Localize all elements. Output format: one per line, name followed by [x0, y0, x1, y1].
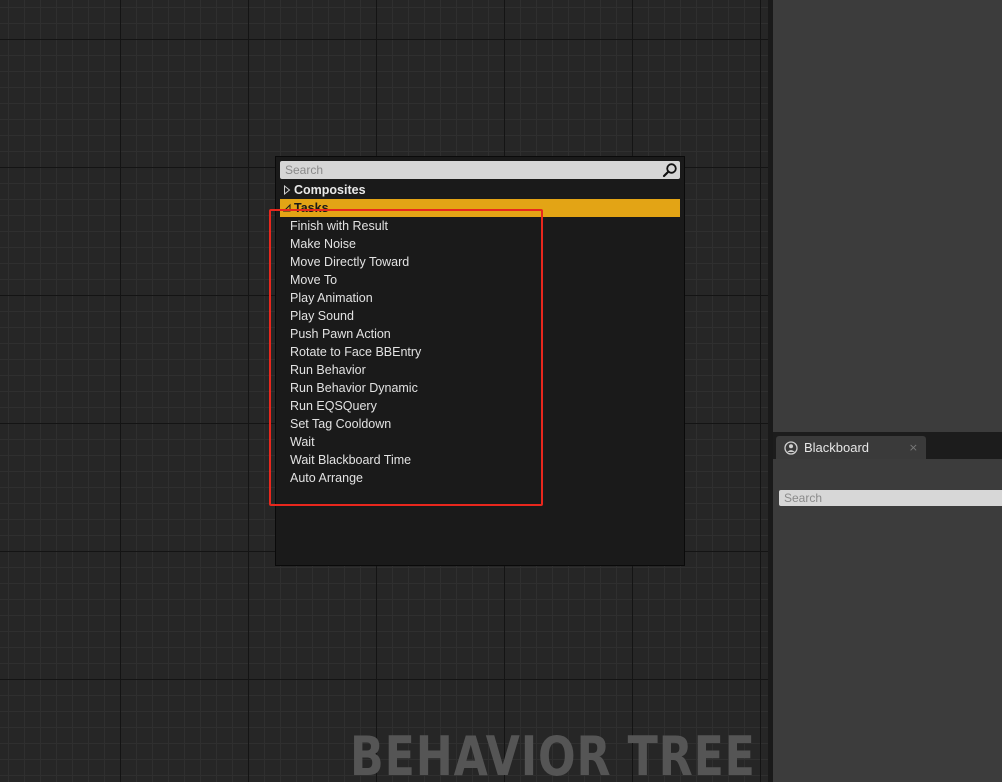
blackboard-search-input[interactable] — [779, 490, 1002, 506]
menu-item-set-tag-cooldown[interactable]: Set Tag Cooldown — [290, 415, 421, 433]
close-icon[interactable]: × — [909, 441, 918, 454]
menu-item-make-noise[interactable]: Make Noise — [290, 235, 421, 253]
tab-blackboard[interactable]: Blackboard × — [776, 436, 926, 459]
collapse-arrow-icon — [283, 203, 291, 213]
menu-item-auto-arrange[interactable]: Auto Arrange — [290, 469, 421, 487]
search-icon[interactable] — [662, 162, 678, 178]
details-side-panel: Blackboard × — [773, 0, 1002, 782]
menu-search-box — [280, 161, 680, 179]
menu-item-run-eqsquery[interactable]: Run EQSQuery — [290, 397, 421, 415]
menu-item-wait-blackboard-time[interactable]: Wait Blackboard Time — [290, 451, 421, 469]
category-composites[interactable]: Composites — [280, 181, 680, 198]
menu-item-run-behavior-dynamic[interactable]: Run Behavior Dynamic — [290, 379, 421, 397]
task-item-list: Finish with Result Make Noise Move Direc… — [290, 217, 421, 487]
category-composites-label: Composites — [294, 182, 366, 197]
tab-blackboard-label: Blackboard — [804, 440, 870, 455]
menu-item-finish-with-result[interactable]: Finish with Result — [290, 217, 421, 235]
category-tasks[interactable]: Tasks — [280, 199, 680, 217]
menu-item-move-directly-toward[interactable]: Move Directly Toward — [290, 253, 421, 271]
menu-item-move-to[interactable]: Move To — [290, 271, 421, 289]
menu-item-play-animation[interactable]: Play Animation — [290, 289, 421, 307]
menu-search-input[interactable] — [280, 161, 680, 179]
category-tasks-label: Tasks — [294, 201, 329, 215]
menu-item-run-behavior[interactable]: Run Behavior — [290, 361, 421, 379]
graph-watermark: BEHAVIOR TREE — [350, 725, 756, 782]
menu-item-push-pawn-action[interactable]: Push Pawn Action — [290, 325, 421, 343]
expand-arrow-icon — [283, 184, 291, 195]
menu-item-play-sound[interactable]: Play Sound — [290, 307, 421, 325]
menu-item-rotate-to-face-bbentry[interactable]: Rotate to Face BBEntry — [290, 343, 421, 361]
menu-item-wait[interactable]: Wait — [290, 433, 421, 451]
blackboard-tab-bar: Blackboard × — [773, 432, 1002, 459]
add-node-context-menu: Composites Tasks Finish with Result Make… — [275, 156, 685, 566]
blackboard-icon — [784, 440, 798, 455]
